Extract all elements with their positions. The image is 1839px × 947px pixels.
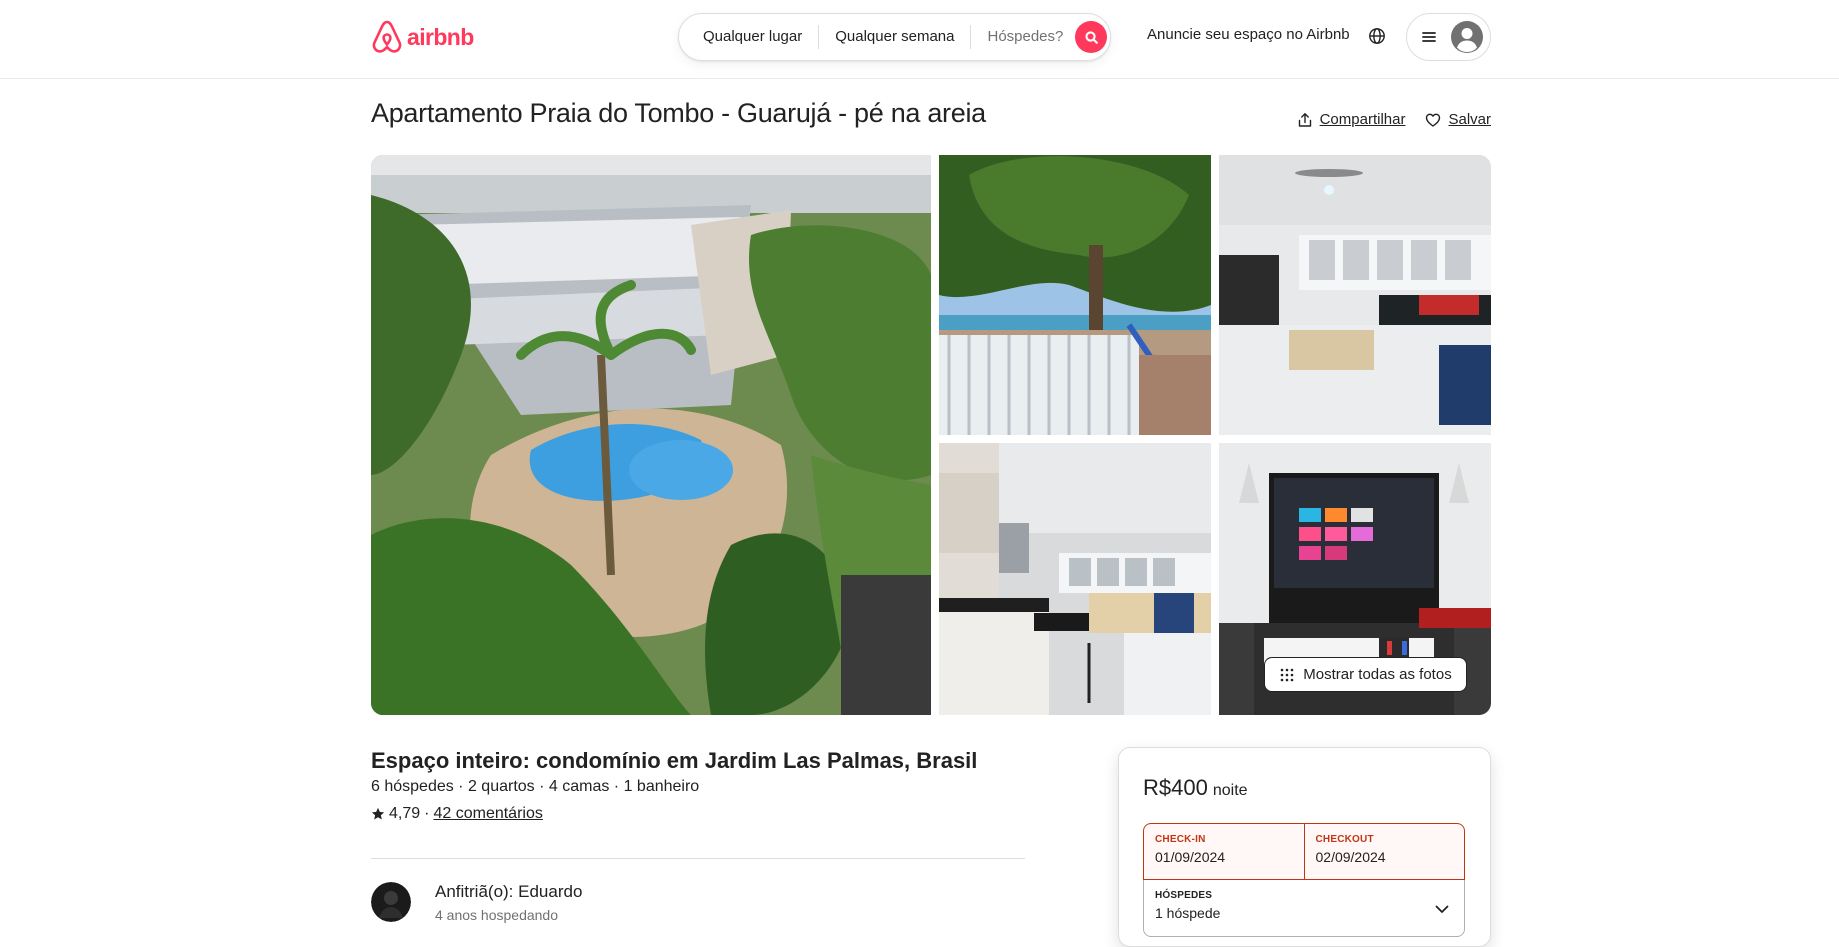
living-room-image	[1219, 155, 1491, 435]
checkin-value: 01/09/2024	[1155, 849, 1226, 865]
airbnb-logo[interactable]: airbnb	[371, 20, 474, 54]
price-unit: noite	[1212, 782, 1248, 799]
guests-label: HÓSPEDES	[1155, 890, 1213, 901]
grid-icon	[1280, 668, 1294, 681]
search-icon	[1085, 30, 1098, 44]
booking-card: R$400 noite CHECK-IN 01/09/2024 CHECKOUT…	[1118, 747, 1491, 947]
nightly-price: R$400	[1143, 775, 1208, 800]
checkout-field[interactable]: CHECKOUT 02/09/2024	[1303, 824, 1465, 879]
search-guests[interactable]: Hóspedes?	[971, 25, 1073, 49]
listing-title: Apartamento Praia do Tombo - Guarujá - p…	[371, 98, 986, 128]
photo-living-room[interactable]	[1219, 155, 1491, 435]
chevron-down-icon	[1435, 905, 1449, 913]
share-button[interactable]: Compartilhar	[1297, 111, 1406, 128]
rating-row: 4,79 · 42 comentários	[371, 805, 543, 823]
photo-beach-gate[interactable]	[939, 155, 1211, 435]
checkin-label: CHECK-IN	[1155, 834, 1206, 845]
host-since: 4 anos hospedando	[435, 907, 558, 923]
checkout-label: CHECKOUT	[1315, 834, 1374, 845]
save-label: Salvar	[1448, 111, 1491, 128]
section-divider	[371, 858, 1025, 859]
menu-icon	[1422, 32, 1436, 42]
search-button[interactable]	[1075, 21, 1108, 53]
globe-icon[interactable]	[1367, 26, 1387, 46]
pool-courtyard-image	[371, 155, 931, 715]
host-name: Anfitriã(o): Eduardo	[435, 882, 583, 901]
host-avatar-image	[371, 882, 411, 922]
show-all-photos-label: Mostrar todas as fotos	[1303, 666, 1452, 683]
become-host-link[interactable]: Anuncie seu espaço no Airbnb	[1147, 26, 1350, 43]
photo-pool-courtyard[interactable]	[371, 155, 931, 715]
brand-name: airbnb	[407, 23, 474, 50]
share-icon	[1298, 112, 1311, 127]
listing-subtitle: Espaço inteiro: condomínio em Jardim Las…	[371, 748, 978, 773]
host-avatar[interactable]	[371, 882, 411, 922]
top-header: airbnb Qualquer lugar Qualquer semana Hó…	[0, 0, 1839, 79]
share-label: Compartilhar	[1319, 111, 1406, 128]
guests-selector[interactable]: HÓSPEDES 1 hóspede	[1143, 880, 1465, 937]
title-actions: Compartilhar Salvar	[1297, 111, 1491, 128]
search-bar[interactable]: Qualquer lugar Qualquer semana Hóspedes?	[678, 13, 1111, 61]
save-button[interactable]: Salvar	[1425, 111, 1491, 128]
show-all-photos-button[interactable]: Mostrar todas as fotos	[1264, 657, 1467, 692]
heart-icon	[1426, 113, 1441, 127]
user-avatar-icon	[1451, 21, 1483, 53]
listing-details: 6 hóspedes · 2 quartos · 4 camas · 1 ban…	[371, 778, 700, 795]
guests-value: 1 hóspede	[1155, 905, 1221, 921]
rating-separator: ·	[424, 805, 430, 822]
beach-gate-image	[939, 155, 1211, 435]
checkout-value: 02/09/2024	[1315, 849, 1386, 865]
profile-menu-button[interactable]	[1406, 13, 1491, 61]
photo-gallery	[371, 155, 1491, 715]
photo-kitchen[interactable]	[939, 443, 1211, 715]
kitchen-image	[939, 443, 1211, 715]
airbnb-logo-icon	[372, 20, 402, 53]
checkin-field[interactable]: CHECK-IN 01/09/2024	[1144, 824, 1304, 879]
search-week[interactable]: Qualquer semana	[819, 25, 970, 49]
rating-value: 4,79	[389, 805, 421, 822]
star-icon	[371, 807, 385, 820]
dates-picker: CHECK-IN 01/09/2024 CHECKOUT 02/09/2024	[1143, 823, 1465, 880]
search-location[interactable]: Qualquer lugar	[679, 25, 818, 49]
reviews-link[interactable]: 42 comentários	[433, 805, 542, 823]
price-row: R$400 noite	[1143, 775, 1248, 801]
